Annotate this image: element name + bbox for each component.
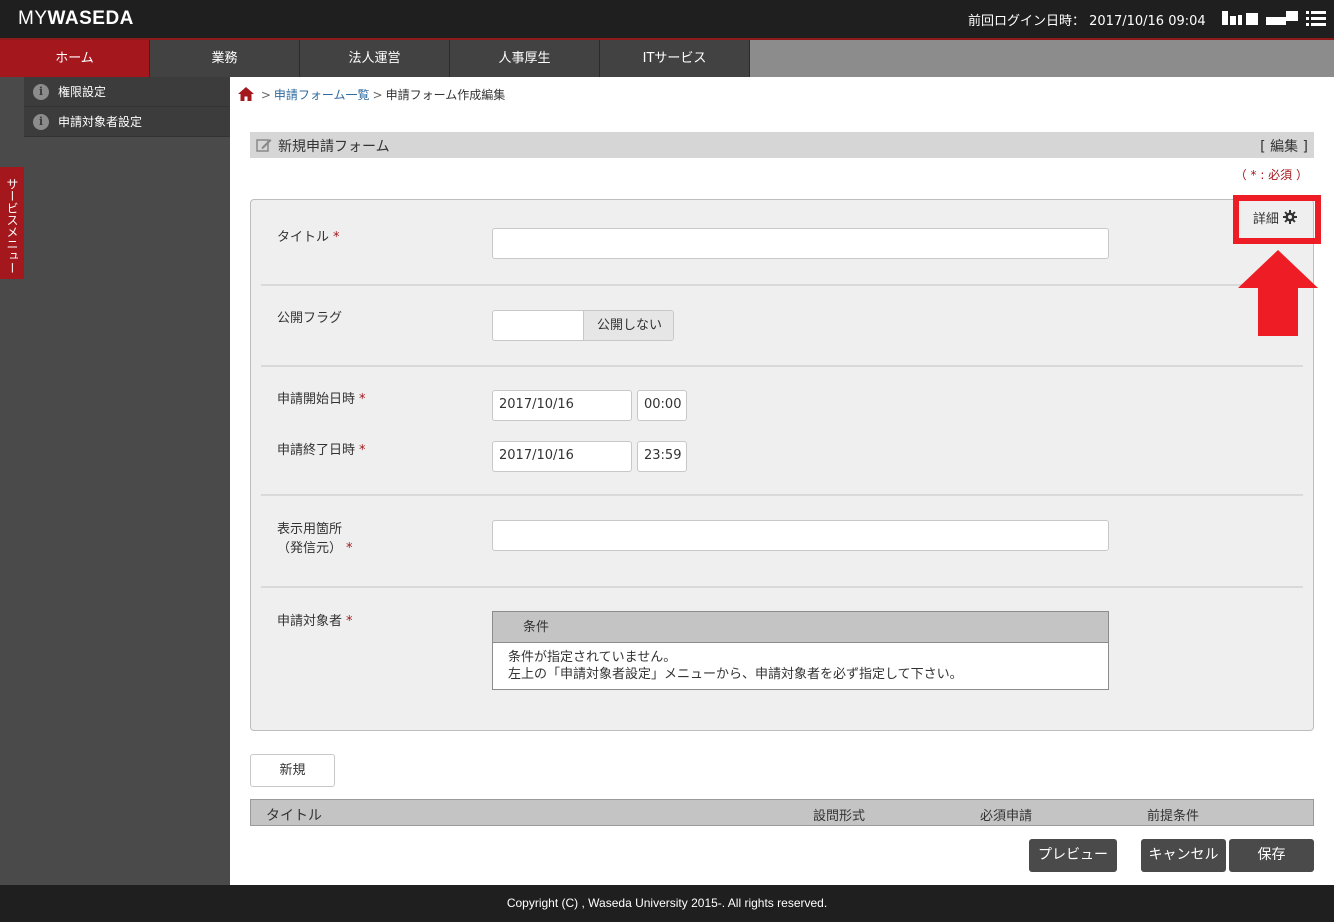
- row-divider: [261, 494, 1303, 496]
- start-datetime-label: 申請開始日時 *: [277, 392, 366, 407]
- condition-table: 条件 条件が指定されていません。 左上の「申請対象者設定」メニューから、申請対象…: [492, 611, 1109, 690]
- nav-tab-home[interactable]: ホーム: [0, 40, 150, 77]
- public-flag-toggle[interactable]: 公開しない: [492, 310, 674, 341]
- end-datetime-label: 申請終了日時 *: [277, 443, 366, 458]
- list-menu-icon[interactable]: [1306, 11, 1326, 27]
- cancel-button[interactable]: キャンセル: [1141, 839, 1226, 872]
- main-content: > 申請フォーム一覧 > 申請フォーム作成編集 新規申請フォーム [ 編集 ] （ *…: [230, 77, 1334, 885]
- col-question-type: 設問形式: [813, 809, 866, 824]
- app-logo[interactable]: MYWASEDA: [18, 8, 134, 30]
- title-label: タイトル *: [277, 230, 340, 245]
- save-button[interactable]: 保存: [1229, 839, 1314, 872]
- new-question-button[interactable]: 新規: [250, 754, 335, 787]
- info-icon: i: [33, 114, 49, 130]
- edit-icon: [256, 139, 272, 152]
- main-nav: ホーム 業務 法人運営 人事厚生 ITサービス: [0, 38, 1334, 77]
- public-flag-label: 公開フラグ: [277, 311, 343, 326]
- target-users-label: 申請対象者 *: [277, 614, 353, 629]
- section-header: 新規申請フォーム [ 編集 ]: [250, 132, 1314, 158]
- info-icon: i: [33, 84, 49, 100]
- sidebar-item-target-settings[interactable]: i 申請対象者設定: [24, 107, 230, 137]
- sidebar-item-label: 申請対象者設定: [58, 115, 143, 129]
- annotation-arrow-icon: [1238, 250, 1318, 336]
- row-divider: [261, 365, 1303, 367]
- row-divider: [261, 284, 1303, 286]
- end-time-input[interactable]: 23:59: [637, 441, 687, 472]
- title-input[interactable]: [492, 228, 1109, 259]
- nav-tab-business[interactable]: 業務: [150, 40, 300, 77]
- condition-header: 条件: [493, 612, 1108, 643]
- edit-link[interactable]: [ 編集 ]: [1260, 136, 1308, 156]
- sidebar: サービスメニュー i 権限設定 i 申請対象者設定: [0, 77, 230, 885]
- display-location-input[interactable]: [492, 520, 1109, 551]
- required-note: （ * : 必須 ）: [1234, 168, 1308, 182]
- nav-tab-corporate[interactable]: 法人運営: [300, 40, 450, 77]
- col-title: タイトル: [266, 808, 322, 824]
- sidebar-item-label: 権限設定: [58, 85, 107, 99]
- row-divider: [261, 586, 1303, 588]
- breadcrumb-form-list[interactable]: 申請フォーム一覧: [274, 88, 370, 102]
- col-precondition: 前提条件: [1147, 809, 1200, 824]
- user-name-redacted[interactable]: [1222, 11, 1298, 25]
- page-title: 新規申請フォーム: [278, 139, 390, 155]
- preview-button[interactable]: プレビュー: [1029, 839, 1117, 872]
- nav-tab-it-services[interactable]: ITサービス: [600, 40, 750, 77]
- end-date-input[interactable]: 2017/10/16: [492, 441, 632, 472]
- nav-tab-hr[interactable]: 人事厚生: [450, 40, 600, 77]
- public-flag-value: 公開しない: [583, 311, 673, 340]
- last-login-text: 前回ログイン日時： 2017/10/16 09:04: [968, 14, 1206, 29]
- form-panel: 詳細 タイトル * 公開フラグ 公開しない 申請開始日時 * 2017/10/1…: [250, 199, 1314, 731]
- breadcrumb-current: 申請フォーム作成編集: [385, 88, 506, 102]
- breadcrumb: > 申請フォーム一覧 > 申請フォーム作成編集: [238, 86, 505, 103]
- home-icon[interactable]: [238, 87, 254, 101]
- top-header: MYWASEDA 前回ログイン日時： 2017/10/16 09:04: [0, 0, 1334, 38]
- sidebar-item-permissions[interactable]: i 権限設定: [24, 77, 230, 107]
- start-time-input[interactable]: 00:00: [637, 390, 687, 421]
- start-date-input[interactable]: 2017/10/16: [492, 390, 632, 421]
- col-required: 必須申請: [980, 809, 1033, 824]
- condition-message: 条件が指定されていません。 左上の「申請対象者設定」メニューから、申請対象者を必…: [508, 650, 963, 682]
- display-location-label: 表示用箇所 （発信元） *: [277, 522, 353, 556]
- annotation-highlight-box: [1233, 195, 1321, 244]
- service-menu-tab[interactable]: サービスメニュー: [0, 167, 24, 279]
- question-list-header: タイトル 設問形式 必須申請 前提条件: [250, 799, 1314, 826]
- footer: Copyright (C) , Waseda University 2015-.…: [0, 885, 1334, 922]
